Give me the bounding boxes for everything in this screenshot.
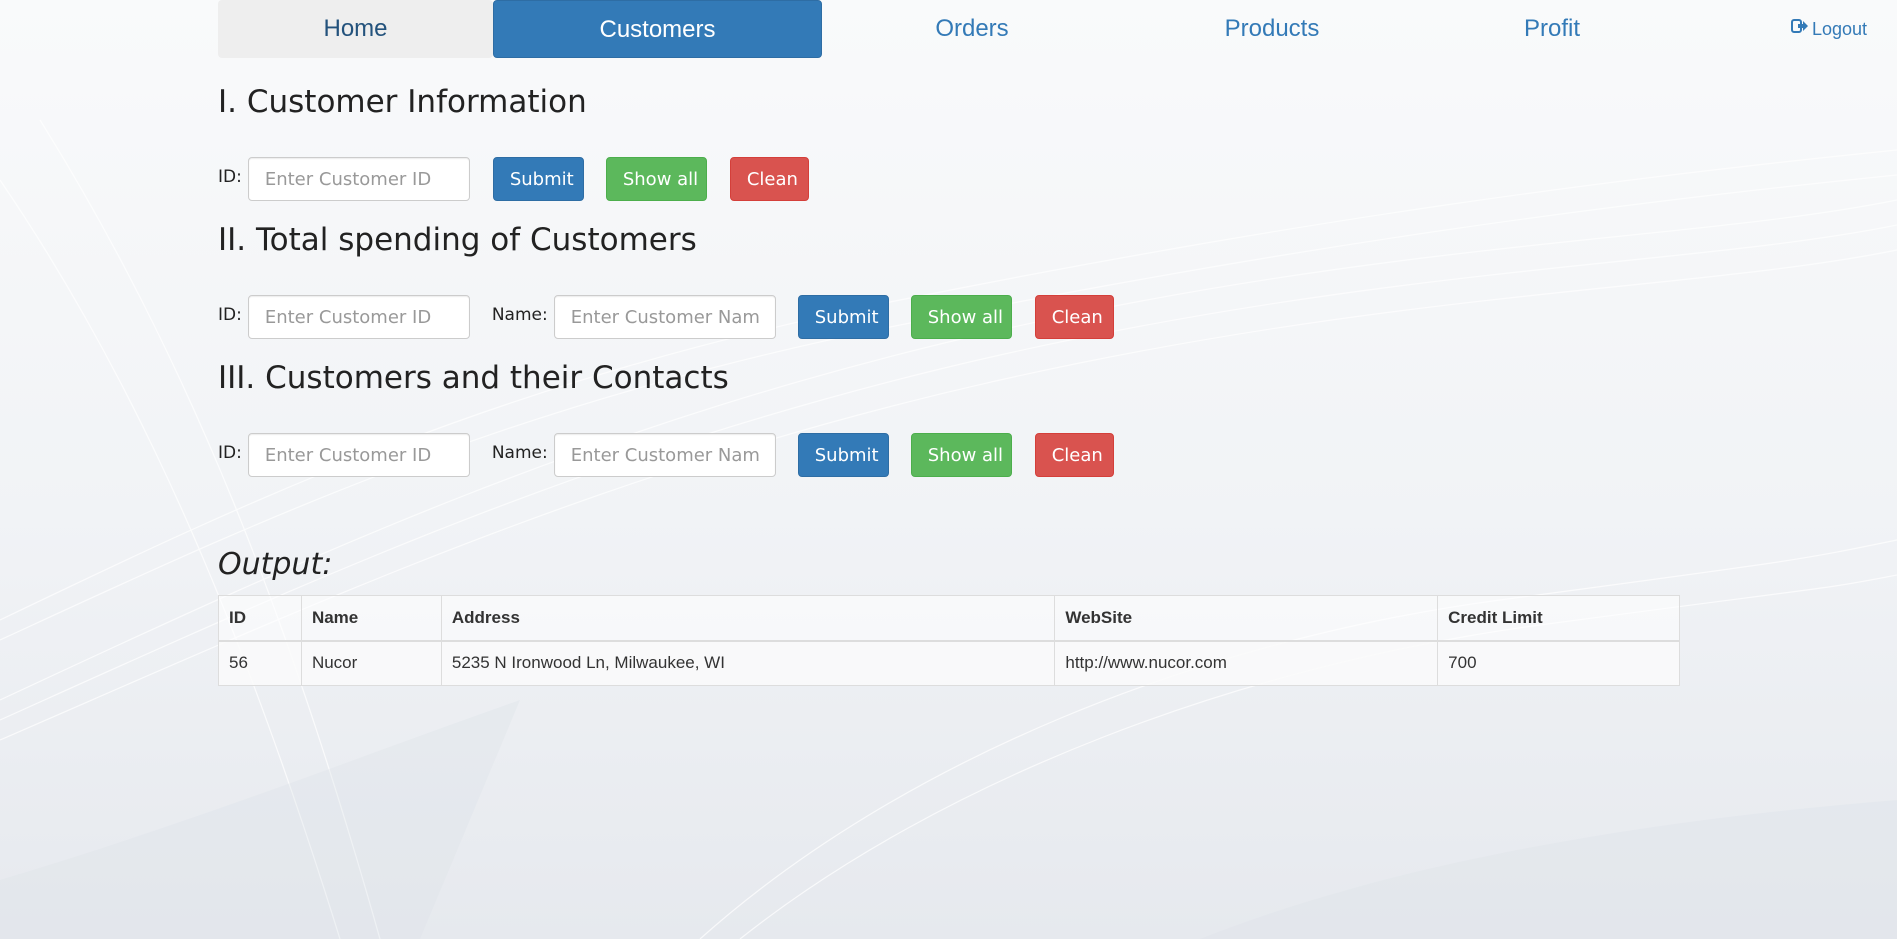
- customer-id-input[interactable]: [247, 157, 470, 201]
- customer-name-input[interactable]: [553, 295, 776, 339]
- customer-contacts-form: ID: Name: Submit Show all Clean: [218, 433, 1114, 477]
- submit-button[interactable]: Submit: [797, 433, 889, 477]
- table-row: 56 Nucor 5235 N Ironwood Ln, Milwaukee, …: [218, 640, 1680, 686]
- section-total-spending-title: II. Total spending of Customers: [218, 222, 697, 258]
- submit-button[interactable]: Submit: [492, 157, 584, 201]
- column-header-name: Name: [300, 595, 442, 642]
- logout-link[interactable]: Logout: [1791, 0, 1867, 58]
- column-header-id: ID: [218, 595, 302, 642]
- page-container: Home Customers Orders Products Profit Lo…: [218, 0, 1867, 686]
- show-all-button[interactable]: Show all: [910, 433, 1012, 477]
- clean-button[interactable]: Clean: [1034, 295, 1114, 339]
- top-nav: Home Customers Orders Products Profit Lo…: [218, 0, 1867, 58]
- column-header-website: WebSite: [1054, 595, 1439, 642]
- logout-label: Logout: [1812, 19, 1868, 39]
- clean-button[interactable]: Clean: [1034, 433, 1114, 477]
- table-header-row: ID Name Address WebSite Credit Limit: [218, 595, 1680, 642]
- logout-icon: [1791, 0, 1809, 57]
- customer-id-label: ID:: [218, 443, 242, 463]
- show-all-button[interactable]: Show all: [910, 295, 1012, 339]
- cell-website: http://www.nucor.com: [1054, 640, 1439, 686]
- nav-orders[interactable]: Orders: [822, 0, 1122, 58]
- submit-button[interactable]: Submit: [797, 295, 889, 339]
- cell-name: Nucor: [300, 640, 442, 686]
- total-spending-form: ID: Name: Submit Show all Clean: [218, 295, 1114, 339]
- nav-profit[interactable]: Profit: [1402, 0, 1702, 58]
- cell-id: 56: [218, 640, 302, 686]
- column-header-credit-limit: Credit Limit: [1437, 595, 1680, 642]
- section-customer-information-title: I. Customer Information: [218, 84, 587, 120]
- customer-id-label: ID:: [218, 305, 242, 325]
- nav-customers[interactable]: Customers: [493, 0, 822, 58]
- output-title: Output:: [218, 547, 333, 582]
- clean-button[interactable]: Clean: [729, 157, 809, 201]
- show-all-button[interactable]: Show all: [605, 157, 707, 201]
- output-table: ID Name Address WebSite Credit Limit 56 …: [218, 595, 1680, 686]
- cell-credit-limit: 700: [1437, 640, 1680, 686]
- customer-name-label: Name:: [491, 443, 548, 463]
- customer-id-label: ID:: [218, 167, 242, 187]
- cell-address: 5235 N Ironwood Ln, Milwaukee, WI: [440, 640, 1056, 686]
- nav-products[interactable]: Products: [1122, 0, 1422, 58]
- nav-home[interactable]: Home: [218, 0, 493, 58]
- section-customer-contacts-title: III. Customers and their Contacts: [218, 360, 729, 396]
- customer-id-input[interactable]: [247, 295, 470, 339]
- customer-name-label: Name:: [491, 305, 548, 325]
- customer-id-input[interactable]: [247, 433, 470, 477]
- customer-information-form: ID: Submit Show all Clean: [218, 157, 809, 201]
- column-header-address: Address: [440, 595, 1056, 642]
- customer-name-input[interactable]: [553, 433, 776, 477]
